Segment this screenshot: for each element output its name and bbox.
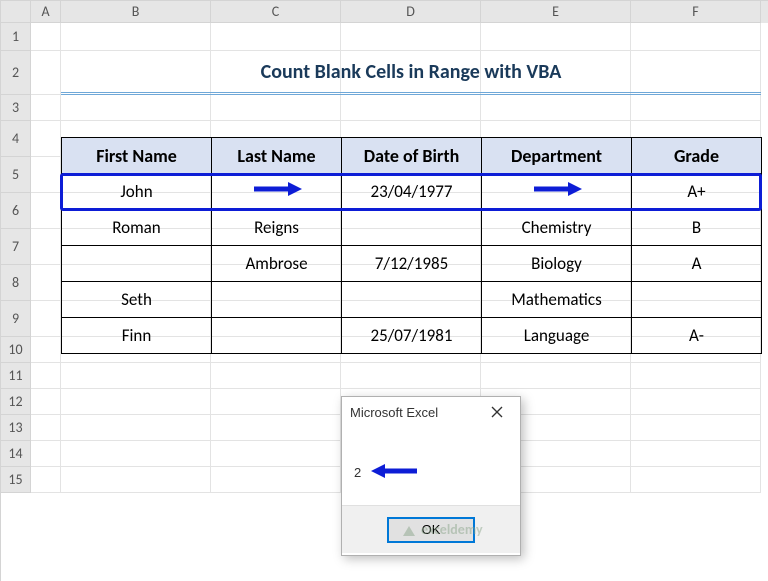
msgbox-value: 2 (354, 465, 361, 480)
row-header-11[interactable]: 11 (1, 363, 31, 389)
th-department: Department (482, 138, 632, 174)
column-header-row: A B C D E F (1, 1, 768, 23)
cell-last-name[interactable] (212, 174, 342, 210)
table-row: Finn 25/07/1981 Language A- (62, 318, 762, 354)
row-header-8[interactable]: 8 (1, 265, 31, 301)
col-header-E[interactable]: E (481, 1, 631, 23)
arrow-right-icon (252, 180, 302, 203)
cell-first-name[interactable] (62, 246, 212, 282)
data-table: First Name Last Name Date of Birth Depar… (61, 137, 762, 354)
cell-first-name[interactable]: John (62, 174, 212, 210)
row-header-15[interactable]: 15 (1, 467, 31, 493)
th-first-name: First Name (62, 138, 212, 174)
cell-last-name[interactable] (212, 318, 342, 354)
msgbox-title-text: Microsoft Excel (350, 405, 438, 420)
cell-department[interactable] (482, 174, 632, 210)
cell-grade[interactable] (632, 282, 762, 318)
cell-last-name[interactable]: Reigns (212, 210, 342, 246)
table-row: John 23/04/1977 A+ (62, 174, 762, 210)
th-last-name: Last Name (212, 138, 342, 174)
table-header-row: First Name Last Name Date of Birth Depar… (62, 138, 762, 174)
row-header-column: 123456789101112131415 (1, 23, 31, 493)
table-row: Ambrose 7/12/1985 Biology A (62, 246, 762, 282)
row-header-12[interactable]: 12 (1, 389, 31, 415)
page-title: Count Blank Cells in Range with VBA (61, 51, 761, 95)
cell-dob[interactable]: 7/12/1985 (342, 246, 482, 282)
msgbox-titlebar[interactable]: Microsoft Excel (342, 397, 520, 427)
cell-department[interactable]: Language (482, 318, 632, 354)
table-row: Roman Reigns Chemistry B (62, 210, 762, 246)
cell-department[interactable]: Biology (482, 246, 632, 282)
row-header-13[interactable]: 13 (1, 415, 31, 441)
cell-dob[interactable] (342, 282, 482, 318)
th-grade: Grade (632, 138, 762, 174)
col-header-C[interactable]: C (211, 1, 341, 23)
cell-first-name[interactable]: Finn (62, 318, 212, 354)
row-header-4[interactable]: 4 (1, 121, 31, 157)
cell-department[interactable]: Mathematics (482, 282, 632, 318)
cell-dob[interactable]: 23/04/1977 (342, 174, 482, 210)
row-header-9[interactable]: 9 (1, 301, 31, 337)
ok-button[interactable]: OK (387, 517, 475, 543)
cell-grade[interactable]: A- (632, 318, 762, 354)
close-icon[interactable] (482, 400, 512, 424)
msgbox-body: 2 (342, 427, 520, 505)
arrow-right-icon (532, 180, 582, 203)
row-header-1[interactable]: 1 (1, 23, 31, 51)
msgbox-footer: OK (342, 505, 520, 553)
cell-dob[interactable]: 25/07/1981 (342, 318, 482, 354)
cell-department[interactable]: Chemistry (482, 210, 632, 246)
cell-grade[interactable]: B (632, 210, 762, 246)
message-box: Microsoft Excel 2 OK (341, 396, 521, 556)
cell-last-name[interactable]: Ambrose (212, 246, 342, 282)
cell-first-name[interactable]: Seth (62, 282, 212, 318)
cell-last-name[interactable] (212, 282, 342, 318)
col-header-A[interactable]: A (31, 1, 61, 23)
cell-dob[interactable] (342, 210, 482, 246)
col-header-B[interactable]: B (61, 1, 211, 23)
row-header-5[interactable]: 5 (1, 157, 31, 193)
row-header-10[interactable]: 10 (1, 337, 31, 363)
col-header-F[interactable]: F (631, 1, 761, 23)
select-all-corner[interactable] (1, 1, 31, 23)
cell-first-name[interactable]: Roman (62, 210, 212, 246)
cell-grade[interactable]: A+ (632, 174, 762, 210)
cell-grade[interactable]: A (632, 246, 762, 282)
row-header-14[interactable]: 14 (1, 441, 31, 467)
row-header-6[interactable]: 6 (1, 193, 31, 229)
table-row: Seth Mathematics (62, 282, 762, 318)
spreadsheet: A B C D E F 123456789101112131415 Count … (0, 0, 768, 581)
row-header-3[interactable]: 3 (1, 95, 31, 121)
col-header-D[interactable]: D (341, 1, 481, 23)
row-header-7[interactable]: 7 (1, 229, 31, 265)
arrow-left-icon (369, 462, 419, 483)
row-header-2[interactable]: 2 (1, 51, 31, 95)
th-dob: Date of Birth (342, 138, 482, 174)
